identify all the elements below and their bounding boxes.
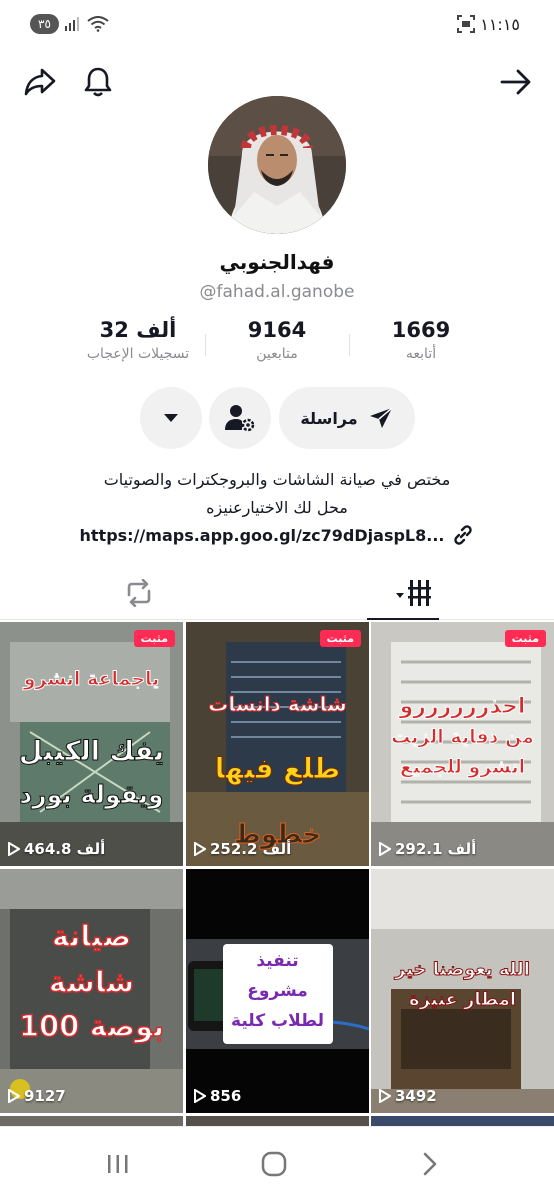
caption-line: 100 بوصة [18, 1008, 165, 1044]
battery-indicator: ٣٥ [30, 14, 59, 34]
link-icon [454, 525, 473, 545]
caption-line: الله يعوضنا خير [395, 959, 531, 981]
play-icon [194, 842, 206, 856]
play-icon [8, 1089, 20, 1103]
status-indicators: ٣٥ [30, 14, 109, 34]
caption-line: من دفاية الزيت [391, 726, 535, 749]
video-thumbnail[interactable]: الله يعوضنا خير امطار عنيزة 3492 [371, 869, 554, 1113]
caption-line: مشروع [247, 981, 308, 1001]
video-thumbnail[interactable] [186, 1116, 369, 1126]
bio-line: محل لك الاختيارعنيزه [206, 498, 348, 517]
view-count: 856 [194, 1087, 241, 1105]
caption-line: انشرو للجميع [399, 756, 526, 779]
dropdown-caret-icon [164, 414, 178, 422]
following-label: أتابعه [405, 346, 437, 362]
display-name: فهدالجنوبي [219, 250, 335, 274]
video-thumbnail[interactable]: صيانة شاشة 100 بوصة 9127 [0, 869, 183, 1113]
video-thumbnail[interactable]: مثبت ياجماعة انشرو يفك الكيبل ويقولة بور… [0, 622, 183, 866]
caption-line: ويقولة بورد [19, 780, 164, 810]
caption-line: امطار عنيزة [408, 989, 517, 1011]
caption-line: تنفيذ [256, 951, 299, 971]
view-count-text: 856 [210, 1087, 242, 1105]
view-count-text: 292.1 ألف [395, 840, 477, 858]
stat-likes[interactable]: 32 ألف تسجيلات الإعجاب [58, 318, 218, 362]
wifi-icon [87, 16, 109, 32]
bell-icon[interactable] [78, 62, 118, 102]
bio-link[interactable]: https://maps.app.goo.gl/zc79dDjaspL8... [0, 524, 554, 546]
user-settings-icon [225, 405, 255, 432]
video-thumbnail[interactable] [371, 1116, 554, 1126]
stat-following[interactable]: 1669 أتابعه [341, 318, 501, 362]
followers-count: 9164 [247, 318, 307, 342]
caption-line: شاشة [48, 964, 135, 1000]
pinned-badge: مثبت [319, 630, 361, 647]
back-icon[interactable] [410, 1149, 450, 1179]
caption-line: لطلاب كلية [231, 1011, 324, 1031]
caption-line: صيانة [51, 918, 132, 954]
back-arrow-icon[interactable] [496, 62, 536, 102]
message-label: مراسلة [300, 408, 358, 428]
pinned-badge: مثبت [133, 630, 175, 647]
more-options-button[interactable] [140, 387, 202, 449]
pinned-badge: مثبت [504, 630, 546, 647]
video-thumbnail[interactable]: مثبت شاشة دانسات طلع فيها خطوط 252.2 ألف [186, 622, 369, 866]
play-icon [379, 842, 391, 856]
message-button[interactable]: مراسلة [279, 387, 415, 449]
profile-stats: 1669 أتابعه 9164 متابعين 32 ألف تسجيلات … [0, 318, 554, 378]
send-icon [369, 407, 393, 428]
tab-reposts[interactable] [0, 566, 277, 620]
bio-link-text: https://maps.app.goo.gl/zc79dDjaspL8... [79, 525, 445, 545]
view-count: 3492 [379, 1087, 437, 1105]
caption-line: طلع فيها [214, 752, 341, 786]
share-icon[interactable] [20, 62, 60, 102]
tab-videos[interactable] [277, 566, 554, 620]
view-count-text: 9127 [24, 1087, 66, 1105]
following-count: 1669 [391, 318, 451, 342]
username: @fahad.al.ganobe [199, 282, 355, 302]
likes-count: 32 ألف [99, 318, 177, 342]
play-icon [379, 1089, 391, 1103]
followers-label: متابعين [256, 346, 298, 362]
view-count: 292.1 ألف [379, 840, 476, 858]
avatar[interactable] [208, 96, 346, 234]
status-bar: ٣٥ ١١:١٥ [0, 0, 554, 52]
bio: مختص في صيانة الشاشات والبروجكترات والصو… [0, 466, 554, 522]
grid-icon [395, 580, 431, 606]
repost-icon [127, 579, 150, 607]
screenshot-icon [457, 15, 475, 33]
stat-followers[interactable]: 9164 متابعين [197, 318, 357, 362]
content-tabs [0, 566, 554, 620]
system-navigation-bar [0, 1126, 554, 1200]
recent-apps-icon[interactable] [98, 1149, 138, 1179]
caption-line: يفك الكيبل [18, 736, 165, 768]
status-time: ١١:١٥ [480, 15, 520, 34]
likes-label: تسجيلات الإعجاب [86, 346, 190, 362]
play-icon [8, 842, 20, 856]
signal-icon [64, 17, 79, 31]
view-count-text: 252.2 ألف [210, 840, 292, 858]
view-count: 464.8 ألف [8, 840, 105, 858]
profile-actions: مراسلة [0, 387, 554, 449]
view-count: 9127 [8, 1087, 66, 1105]
user-settings-button[interactable] [209, 387, 271, 449]
view-count: 252.2 ألف [194, 840, 291, 858]
home-icon[interactable] [254, 1149, 294, 1179]
caption-line: احذررررررو [399, 694, 526, 720]
view-count-text: 464.8 ألف [24, 840, 106, 858]
caption-line: ياجماعة انشرو [23, 668, 160, 691]
caption-line: شاشة دانسات [208, 692, 348, 717]
video-thumbnail[interactable] [0, 1116, 183, 1126]
video-thumbnail[interactable]: تنفيذ مشروع لطلاب كلية 856 [186, 869, 369, 1113]
play-icon [194, 1089, 206, 1103]
video-thumbnail[interactable]: مثبت احذررررررو من دفاية الزيت انشرو للج… [371, 622, 554, 866]
active-tab-indicator [367, 618, 439, 620]
view-count-text: 3492 [395, 1087, 437, 1105]
bio-line: مختص في صيانة الشاشات والبروجكترات والصو… [103, 470, 451, 489]
